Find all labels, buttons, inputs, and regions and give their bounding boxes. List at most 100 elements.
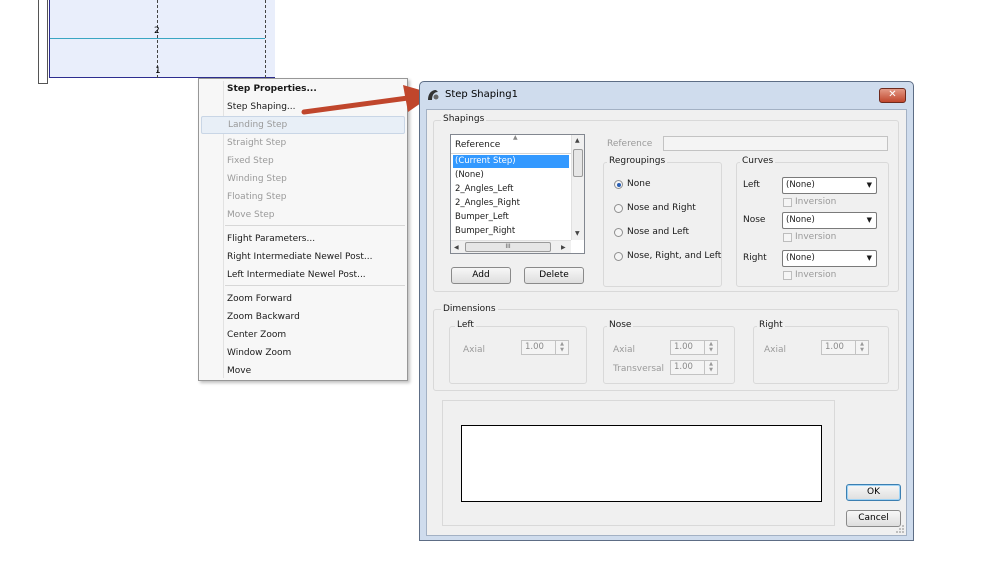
radio-nose-right-and-left[interactable] — [614, 252, 623, 261]
curve-left-label: Left — [743, 180, 760, 190]
radio-label-nose-right-and-left[interactable]: Nose, Right, and Left — [627, 251, 721, 261]
cancel-button[interactable]: Cancel — [846, 510, 901, 527]
curve-nose-select[interactable]: (None) ▼ — [782, 212, 877, 229]
reference-header-label: Reference — [455, 140, 501, 150]
list-item[interactable]: (Current Step) — [453, 155, 569, 168]
shapings-group-label: Shapings — [441, 114, 487, 124]
curve-nose-value: (None) — [786, 215, 815, 225]
reference-list-header[interactable]: Reference ▲ — [451, 135, 571, 154]
menu-item-fixed-step[interactable]: Fixed Step — [199, 152, 407, 170]
menu-item-window-zoom[interactable]: Window Zoom — [199, 344, 407, 362]
plan-stringer — [38, 0, 48, 84]
nose-axial-label: Axial — [613, 345, 635, 355]
menu-item-straight-step[interactable]: Straight Step — [199, 134, 407, 152]
context-menu: Step Properties... Step Shaping... Landing… — [198, 78, 408, 381]
curve-right-select[interactable]: (None) ▼ — [782, 250, 877, 267]
curve-left-inversion-checkbox[interactable] — [783, 198, 792, 207]
menu-separator — [225, 285, 405, 286]
nose-transversal-value: 1.00 — [674, 362, 693, 372]
sort-up-icon: ▲ — [513, 134, 518, 141]
add-button[interactable]: Add — [451, 267, 511, 284]
list-item[interactable]: 2_Angles_Left — [453, 183, 569, 196]
menu-item-winding-step[interactable]: Winding Step — [199, 170, 407, 188]
menu-item-center-zoom[interactable]: Center Zoom — [199, 326, 407, 344]
right-axial-label: Axial — [764, 345, 786, 355]
list-item[interactable]: (None) — [453, 169, 569, 182]
list-item[interactable]: 2_Angles_Right — [453, 197, 569, 210]
regroupings-group-label: Regroupings — [607, 156, 668, 166]
list-item[interactable]: Bumper_Right — [453, 225, 569, 238]
curve-right-label: Right — [743, 253, 767, 263]
curve-nose-inversion-checkbox[interactable] — [783, 233, 792, 242]
resize-grip-icon[interactable] — [895, 524, 905, 534]
menu-item-flight-parameters[interactable]: Flight Parameters... — [199, 230, 407, 248]
dimensions-left-group — [449, 326, 587, 384]
spinner-arrows-icon[interactable]: ▲ ▼ — [855, 341, 868, 354]
scroll-left-icon[interactable]: ◀ — [454, 244, 459, 251]
plan-edge-line — [49, 0, 50, 78]
left-axial-value: 1.00 — [525, 342, 544, 352]
radio-nose-and-left[interactable] — [614, 228, 623, 237]
radio-label-nose-and-right[interactable]: Nose and Right — [627, 203, 696, 213]
dialog-title-bar[interactable]: Step Shaping1 ✕ — [420, 82, 913, 108]
step-shaping-dialog: Step Shaping1 ✕ Shapings Reference ▲ (Cu… — [419, 81, 914, 541]
list-horizontal-scrollbar[interactable]: ◀ III ▶ — [451, 240, 571, 253]
delete-button[interactable]: Delete — [524, 267, 584, 284]
left-axial-spinner[interactable]: 1.00 ▲ ▼ — [521, 340, 569, 355]
menu-item-move[interactable]: Move — [199, 362, 407, 380]
right-axial-spinner[interactable]: 1.00 ▲ ▼ — [821, 340, 869, 355]
step-number-1: 1 — [155, 66, 161, 76]
spinner-arrows-icon[interactable]: ▲ ▼ — [704, 341, 717, 354]
scroll-down-icon[interactable]: ▼ — [575, 230, 580, 237]
scroll-right-icon[interactable]: ▶ — [561, 244, 566, 251]
stair-plan-area[interactable] — [50, 0, 275, 78]
curve-nose-inversion-label: Inversion — [795, 232, 837, 242]
curve-nose-label: Nose — [743, 215, 766, 225]
chevron-down-icon[interactable]: ▼ — [867, 213, 872, 228]
plan-right-dashed-line — [265, 0, 266, 78]
menu-item-zoom-forward[interactable]: Zoom Forward — [199, 290, 407, 308]
chevron-down-icon[interactable]: ▼ — [867, 178, 872, 193]
vertical-scroll-thumb[interactable] — [573, 149, 583, 177]
curve-left-select[interactable]: (None) ▼ — [782, 177, 877, 194]
curve-right-inversion-checkbox[interactable] — [783, 271, 792, 280]
preview-frame — [442, 400, 835, 526]
reference-field[interactable] — [663, 136, 888, 151]
curve-left-inversion-label: Inversion — [795, 197, 837, 207]
nose-axial-value: 1.00 — [674, 342, 693, 352]
curve-right-value: (None) — [786, 253, 815, 263]
radio-label-none[interactable]: None — [627, 179, 650, 189]
nose-axial-spinner[interactable]: 1.00 ▲ ▼ — [670, 340, 718, 355]
nose-transversal-spinner[interactable]: 1.00 ▲ ▼ — [670, 360, 718, 375]
step-number-2: 2 — [154, 26, 160, 36]
menu-item-floating-step[interactable]: Floating Step — [199, 188, 407, 206]
close-button[interactable]: ✕ — [879, 88, 906, 103]
menu-item-left-intermediate-newel-post[interactable]: Left Intermediate Newel Post... — [199, 266, 407, 284]
list-vertical-scrollbar[interactable]: ▲ ▼ — [571, 135, 584, 240]
nose-transversal-label: Transversal — [613, 364, 665, 374]
horizontal-scroll-thumb[interactable]: III — [465, 242, 551, 252]
spinner-arrows-icon[interactable]: ▲ ▼ — [704, 361, 717, 374]
app-icon — [428, 90, 439, 100]
ok-button[interactable]: OK — [846, 484, 901, 501]
chevron-down-icon[interactable]: ▼ — [867, 251, 872, 266]
dialog-client-area: Shapings Reference ▲ (Current Step) (None… — [426, 109, 907, 536]
reference-list[interactable]: Reference ▲ (Current Step) (None) 2_Angles… — [450, 134, 585, 254]
menu-item-move-step[interactable]: Move Step — [199, 206, 407, 224]
dialog-title: Step Shaping1 — [445, 89, 518, 100]
radio-label-nose-and-left[interactable]: Nose and Left — [627, 227, 689, 237]
menu-item-zoom-backward[interactable]: Zoom Backward — [199, 308, 407, 326]
spinner-arrows-icon[interactable]: ▲ ▼ — [555, 341, 568, 354]
list-item[interactable]: Bumper_Left — [453, 211, 569, 224]
menu-separator — [225, 225, 405, 226]
menu-item-right-intermediate-newel-post[interactable]: Right Intermediate Newel Post... — [199, 248, 407, 266]
dimensions-left-label: Left — [455, 320, 476, 330]
shape-preview — [461, 425, 822, 502]
radio-nose-and-right[interactable] — [614, 204, 623, 213]
curve-left-value: (None) — [786, 180, 815, 190]
reference-field-label: Reference — [607, 139, 653, 149]
dimensions-group-label: Dimensions — [441, 304, 498, 314]
scroll-up-icon[interactable]: ▲ — [575, 137, 580, 144]
right-axial-value: 1.00 — [825, 342, 844, 352]
radio-none[interactable] — [614, 180, 623, 189]
